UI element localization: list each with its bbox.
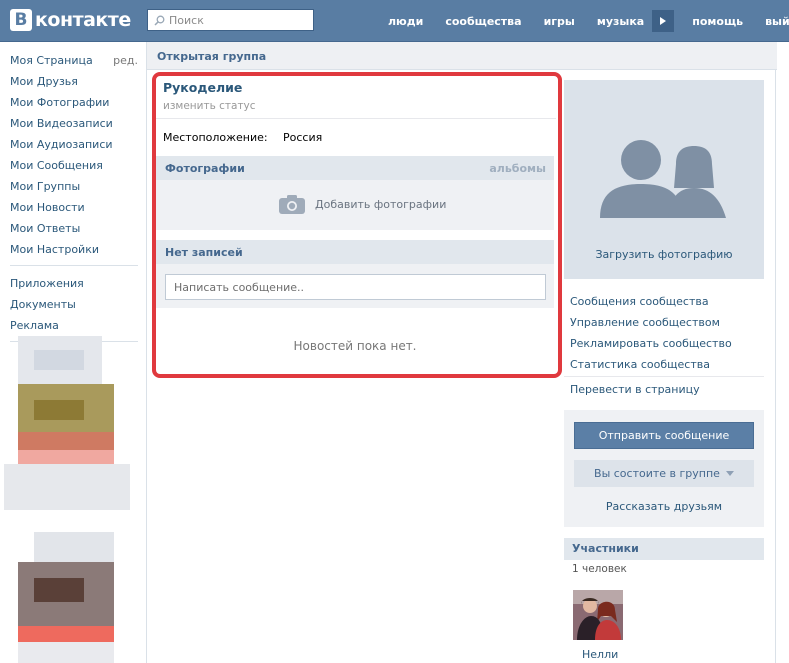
members-count: 1 человек [572, 563, 627, 575]
play-icon [660, 17, 667, 25]
sidebar-item-label: Моя Страница [10, 54, 93, 67]
sidebar-item-answers[interactable]: Мои Ответы [10, 218, 138, 239]
logo-mark: В [10, 9, 32, 31]
play-button[interactable] [652, 10, 675, 32]
convert-to-page-link[interactable]: Перевести в страницу [570, 383, 700, 396]
sidebar-item-documents[interactable]: Документы [10, 294, 138, 315]
divider [564, 376, 764, 377]
sidebar-item-photos[interactable]: Мои Фотографии [10, 92, 138, 113]
obscured-ads-area [0, 336, 140, 663]
search-icon [154, 15, 165, 26]
members-section-header[interactable]: Участники [564, 538, 764, 560]
community-messages-link[interactable]: Сообщения сообщества [570, 291, 770, 312]
sidebar-item-friends[interactable]: Мои Друзья [10, 71, 138, 92]
vk-logo[interactable]: В контакте [10, 8, 131, 32]
tell-friends-link[interactable]: Рассказать друзьям [564, 500, 764, 513]
membership-dropdown[interactable]: Вы состоите в группе [574, 460, 754, 487]
sidebar-divider [10, 265, 138, 266]
sidebar-item-news[interactable]: Мои Новости [10, 197, 138, 218]
nav-logout[interactable]: выйти [765, 15, 789, 28]
member-avatar[interactable] [573, 590, 623, 640]
community-stats-link[interactable]: Статистика сообщества [570, 354, 770, 375]
nav-help[interactable]: помощь [692, 15, 743, 28]
logo-text: контакте [35, 9, 131, 31]
chevron-down-icon [725, 471, 734, 476]
top-header: В контакте люди сообщества игры музыка п… [0, 0, 789, 42]
member-name[interactable]: Нелли [582, 648, 618, 661]
search-box[interactable] [147, 9, 314, 31]
send-message-button[interactable]: Отправить сообщение [574, 422, 754, 449]
sidebar-item-ads[interactable]: Реклама [10, 315, 138, 336]
sidebar-item-apps[interactable]: Приложения [10, 273, 138, 294]
sidebar-item-audio[interactable]: Мои Аудиозаписи [10, 134, 138, 155]
advertise-community-link[interactable]: Рекламировать сообщество [570, 333, 770, 354]
sidebar-item-my-page[interactable]: Моя Страница ред. [10, 50, 138, 71]
breadcrumb: Открытая группа [147, 42, 777, 70]
nav-music[interactable]: музыка [597, 15, 644, 28]
nav-games[interactable]: игры [544, 15, 575, 28]
top-nav: люди сообщества игры музыка помощь выйти [388, 0, 789, 42]
edit-link[interactable]: ред. [113, 54, 138, 67]
sidebar-item-groups[interactable]: Мои Группы [10, 176, 138, 197]
manage-community-link[interactable]: Управление сообществом [570, 312, 770, 333]
highlight-frame [152, 72, 562, 378]
nav-communities[interactable]: сообщества [445, 15, 521, 28]
membership-label: Вы состоите в группе [594, 467, 720, 480]
search-input[interactable] [169, 13, 299, 27]
nav-people[interactable]: люди [388, 15, 423, 28]
sidebar-item-settings[interactable]: Мои Настройки [10, 239, 138, 260]
sidebar: Моя Страница ред. Мои Друзья Мои Фотогра… [10, 50, 138, 349]
members-title: Участники [572, 542, 639, 555]
upload-photo-link[interactable]: Загрузить фотографию [564, 248, 764, 261]
sidebar-item-messages[interactable]: Мои Сообщения [10, 155, 138, 176]
member-photo-image [573, 590, 623, 640]
sidebar-item-videos[interactable]: Мои Видеозаписи [10, 113, 138, 134]
admin-links: Сообщения сообщества Управление сообщест… [570, 291, 770, 375]
